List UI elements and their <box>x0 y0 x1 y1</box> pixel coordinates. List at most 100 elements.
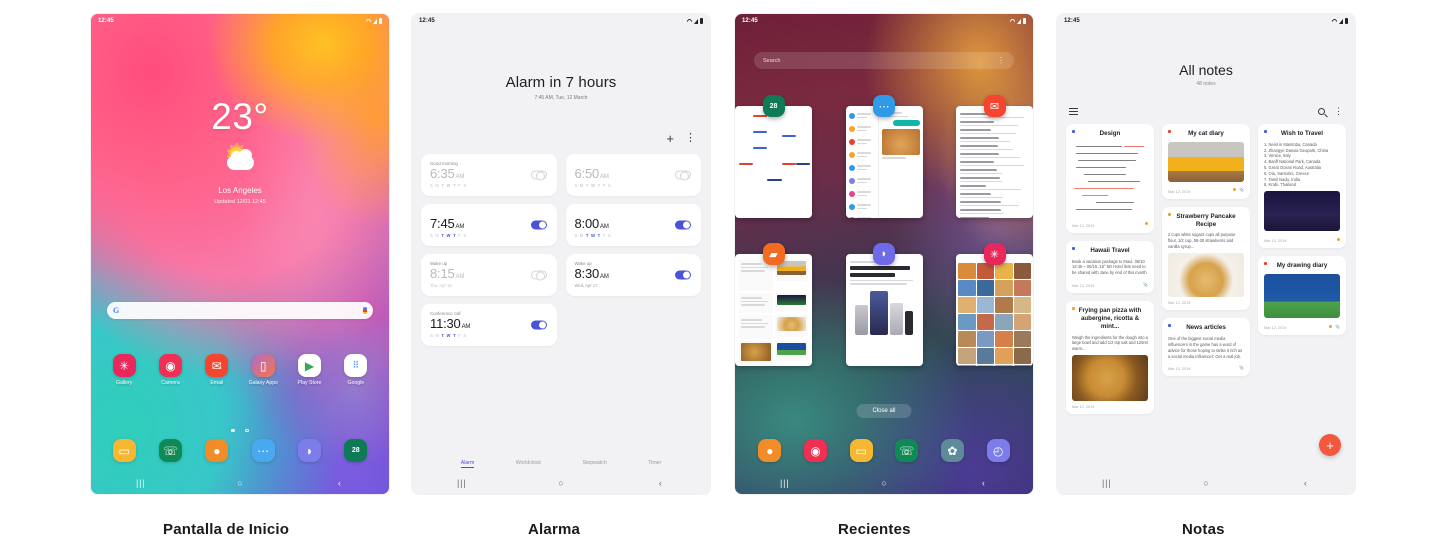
recent-card-messages[interactable]: ⋯ <box>846 106 923 218</box>
signal-icon <box>373 19 377 24</box>
alarm-toggle[interactable] <box>531 221 547 230</box>
mini-note-card <box>775 293 809 311</box>
back-button[interactable]: ‹ <box>934 479 1033 488</box>
more-options-icon[interactable]: ⋮ <box>997 57 1005 65</box>
photo-thumbnail <box>977 331 995 347</box>
alarm-card[interactable]: 8:00AM S M T W T F S <box>566 204 702 246</box>
back-button[interactable]: ‹ <box>1256 479 1355 488</box>
messages-icon[interactable]: ⋯ <box>252 439 275 462</box>
home-button[interactable]: ○ <box>190 479 289 488</box>
tab-timer[interactable]: Timer <box>648 460 661 468</box>
recents-button[interactable]: ||| <box>1057 479 1156 488</box>
handwriting-stroke <box>1074 188 1134 189</box>
note-footer: Mar 12, 2019 📎 <box>1264 322 1340 330</box>
recent-card-email[interactable]: ✉ <box>956 106 1033 218</box>
add-note-button[interactable]: + <box>1319 434 1341 456</box>
more-options-icon[interactable]: ⋮ <box>1334 107 1343 116</box>
tab-stopwatch[interactable]: Stopwatch <box>583 460 607 468</box>
handwriting-stroke <box>1078 160 1136 161</box>
clock-icon[interactable]: ◴ <box>987 439 1010 462</box>
calendar-cell <box>782 128 794 142</box>
tab-alarm[interactable]: Alarm <box>461 460 475 468</box>
note-card[interactable]: News articles One of the biggest social … <box>1162 318 1250 376</box>
page-dot-active[interactable] <box>231 429 235 433</box>
alarm-card[interactable]: 7:45AM S M T W T F S <box>421 204 557 246</box>
recent-card-notes[interactable]: ▰ <box>735 254 812 366</box>
page-dot[interactable] <box>245 429 249 433</box>
alarm-toggle[interactable] <box>675 271 691 280</box>
back-button[interactable]: ‹ <box>290 479 389 488</box>
contacts-icon[interactable]: ● <box>758 439 781 462</box>
alarm-toggle[interactable] <box>531 321 547 330</box>
my-files-icon[interactable]: ▭ <box>850 439 873 462</box>
alarm-toggle[interactable] <box>531 171 547 180</box>
camera-icon[interactable]: ◉ <box>804 439 827 462</box>
alarm-card[interactable]: Conference call 11:30AM S M T W T F S <box>421 304 557 346</box>
note-card[interactable]: Strawberry Pancake Recipe 2 cups white s… <box>1162 207 1250 310</box>
status-clock: 12:45 <box>98 18 114 24</box>
travel-list-item: 8. Krabi, Thailand <box>1264 182 1340 188</box>
home-button[interactable]: ○ <box>511 479 610 488</box>
home-button[interactable]: ○ <box>834 479 933 488</box>
menu-icon[interactable] <box>1069 106 1078 117</box>
note-card[interactable]: My cat diary Mar 12, 2019 📎 <box>1162 124 1250 199</box>
internet-icon[interactable]: ◗ <box>298 439 321 462</box>
note-card[interactable]: Frying pan pizza with aubergine, ricotta… <box>1066 301 1154 414</box>
photo-thumbnail <box>995 280 1013 296</box>
app-item[interactable]: ⠿ Google <box>335 354 377 386</box>
alarm-card[interactable]: Good morning 6:35AM S M T W T F S <box>421 154 557 196</box>
notes-column: Design Mar 12, 2019 Hawaii Travel Book a… <box>1066 124 1154 414</box>
note-card[interactable]: Design Mar 12, 2019 <box>1066 124 1154 233</box>
contacts-icon[interactable]: ● <box>205 439 228 462</box>
message-item <box>847 135 877 148</box>
app-item[interactable]: ▶ Play Store <box>288 354 330 386</box>
notes-column: Wish to Travel 1. Neist in Manitoba, Can… <box>1258 124 1346 414</box>
phone-icon[interactable]: ☏ <box>895 439 918 462</box>
search-icon[interactable] <box>1318 108 1325 115</box>
app-item[interactable]: ◉ Camera <box>149 354 191 386</box>
add-alarm-button[interactable]: + <box>666 132 674 145</box>
alarm-card[interactable]: Wake up 8:15AM Thu, Apr 18 <box>421 254 557 296</box>
recents-button[interactable]: ||| <box>735 479 834 488</box>
alarm-toggle[interactable] <box>675 221 691 230</box>
home-button[interactable]: ○ <box>1156 479 1255 488</box>
note-title: Strawberry Pancake Recipe <box>1168 213 1244 229</box>
google-search-bar[interactable]: G <box>107 302 373 319</box>
alarm-toggle[interactable] <box>531 271 547 280</box>
alarm-ampm: AM <box>600 274 609 280</box>
recent-card-calendar[interactable]: 28 <box>735 106 812 218</box>
calendar-icon[interactable]: 28 <box>344 439 367 462</box>
alarm-ampm: AM <box>456 174 465 180</box>
app-item[interactable]: ▯ Galaxy Apps <box>242 354 284 386</box>
note-image-cat <box>1168 142 1244 182</box>
close-all-button[interactable]: Close all <box>856 404 911 418</box>
alarm-card[interactable]: 6:50AM S M T W T F S <box>566 154 702 196</box>
notes-count: 48 notes <box>1057 81 1355 87</box>
recent-thumbnail <box>846 106 923 218</box>
more-options-icon[interactable]: ⋮ <box>685 133 696 144</box>
app-item[interactable]: ✉ Email <box>196 354 238 386</box>
alarm-card[interactable]: Wake up 8:30AM Wed, Apr 17 <box>566 254 702 296</box>
weather-widget[interactable]: 23° ° Los Angeles Updated 12/03 12:45 <box>91 98 389 205</box>
phone-icon[interactable]: ☏ <box>159 439 182 462</box>
caption-notes: Notas <box>1182 521 1225 538</box>
my-files-icon[interactable]: ▭ <box>113 439 136 462</box>
note-card[interactable]: Wish to Travel 1. Neist in Manitoba, Can… <box>1258 124 1346 248</box>
settings-icon[interactable]: ✿ <box>941 439 964 462</box>
note-title: Wish to Travel <box>1264 130 1340 138</box>
back-button[interactable]: ‹ <box>611 479 710 488</box>
photo-thumbnail <box>958 297 976 313</box>
app-item[interactable]: ✳ Gallery <box>103 354 145 386</box>
note-card[interactable]: Hawaii Travel Book a vacation package to… <box>1066 241 1154 294</box>
recents-search-bar[interactable]: Search ⋮ <box>754 52 1014 69</box>
alarm-toggle[interactable] <box>675 171 691 180</box>
recent-card-internet[interactable]: ◗ <box>846 254 923 366</box>
recents-button[interactable]: ||| <box>91 479 190 488</box>
recent-card-gallery[interactable]: ✳ <box>956 254 1033 366</box>
recents-button[interactable]: ||| <box>412 479 511 488</box>
microphone-icon[interactable] <box>363 307 367 314</box>
note-card[interactable]: My drawing diary Mar 12, 2019 📎 <box>1258 256 1346 335</box>
alarm-subtitle: 7:45 AM, Tue, 12 March <box>412 95 710 101</box>
page-title: All notes <box>1057 62 1355 78</box>
tab-worldclock[interactable]: Worldclock <box>516 460 541 468</box>
